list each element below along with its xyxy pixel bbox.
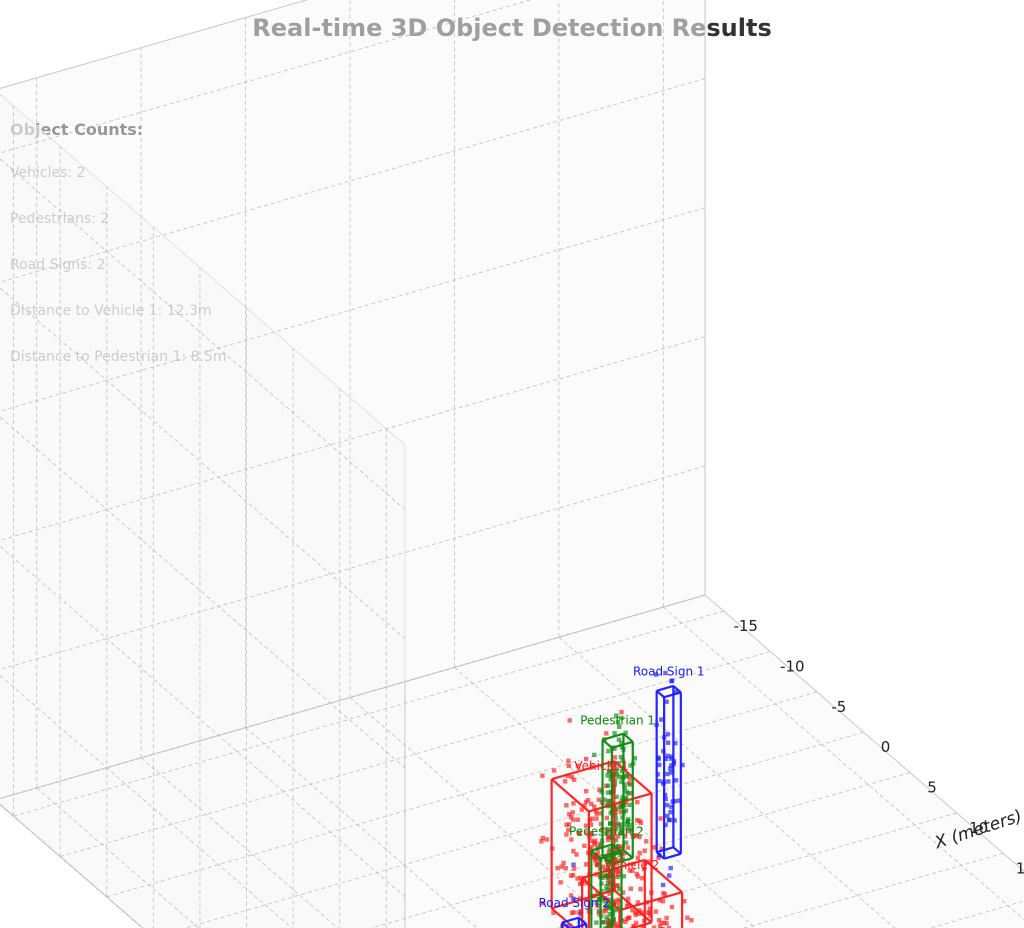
x-axis-tick: 15 xyxy=(1016,859,1024,877)
x-axis-tick: 0 xyxy=(881,738,891,756)
bbox-label: Pedestrian 2 xyxy=(569,824,644,838)
bbox-label: Vehicle 1 xyxy=(574,759,628,773)
x-axis-tick: -5 xyxy=(831,698,846,716)
x-axis-tick: 5 xyxy=(927,779,937,797)
bbox-label: Road Sign 2 xyxy=(538,896,610,910)
x-axis-tick: -10 xyxy=(780,658,805,676)
bbox-label: Pedestrian 1 xyxy=(580,714,655,728)
bbox-label: Vehicle 2 xyxy=(605,858,659,872)
scene-3d-plot: -15-10-50510152025-15-10-50510150246810 … xyxy=(0,0,1024,928)
bbox-label: Road Sign 1 xyxy=(633,664,705,678)
x-axis-tick: -15 xyxy=(733,617,758,635)
